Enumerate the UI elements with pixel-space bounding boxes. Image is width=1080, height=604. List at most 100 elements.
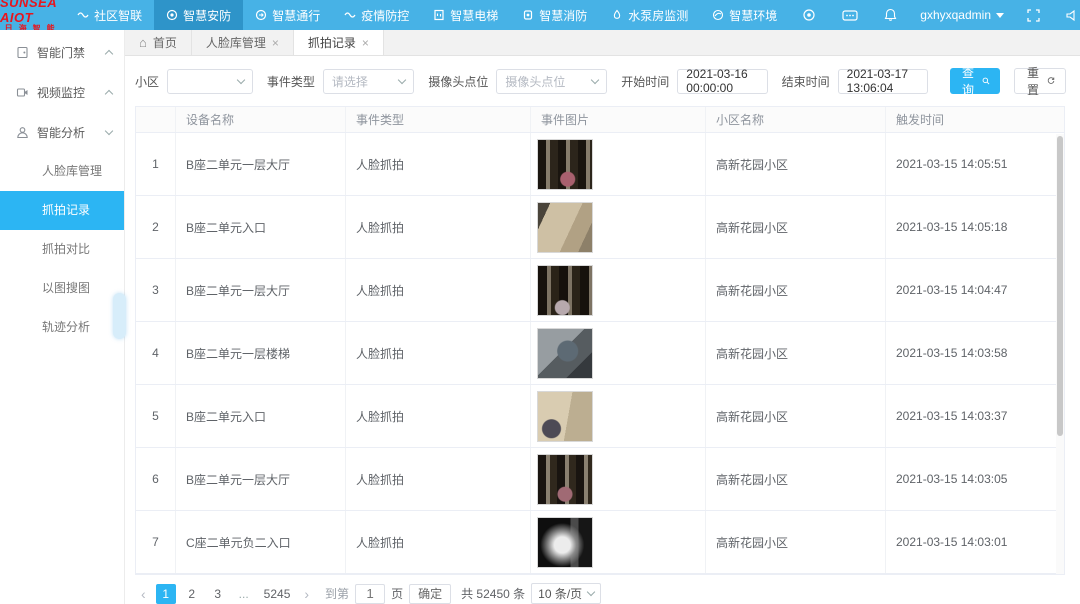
page-button-2[interactable]: 2 xyxy=(182,584,202,604)
event-image-cell xyxy=(531,196,706,258)
topnav-item-community[interactable]: 社区智联 xyxy=(65,0,154,30)
home-icon: ⌂ xyxy=(139,35,147,50)
event-snapshot-image[interactable] xyxy=(537,139,593,190)
topnav-label: 智慧消防 xyxy=(539,7,587,24)
topnav-item-environment[interactable]: 智慧环境 xyxy=(700,0,789,30)
row-index: 7 xyxy=(136,511,176,573)
scrollbar-thumb[interactable] xyxy=(1057,136,1063,436)
tab-label: 抓拍记录 xyxy=(308,34,356,51)
sidebar-item-smart-analysis[interactable]: 智能分析 xyxy=(0,112,124,152)
event-snapshot-image[interactable] xyxy=(537,454,593,505)
sidebar-item-capture-records[interactable]: 抓拍记录 xyxy=(0,191,124,230)
event-snapshot-image[interactable] xyxy=(537,328,593,379)
chevron-down-icon xyxy=(237,75,245,83)
event-snapshot-image[interactable] xyxy=(537,517,593,568)
event-type: 人脸抓拍 xyxy=(346,448,531,510)
header-event-type: 事件类型 xyxy=(346,107,531,132)
next-page-icon[interactable]: › xyxy=(300,586,313,602)
page-button-last[interactable]: 5245 xyxy=(260,584,295,604)
header-trigger-time: 触发时间 xyxy=(886,107,1058,132)
header-event-image: 事件图片 xyxy=(531,107,706,132)
close-icon[interactable]: × xyxy=(362,36,369,50)
notification-bell-icon[interactable] xyxy=(871,8,910,22)
goto-page-label: 到第 xyxy=(325,585,349,602)
table-row[interactable]: 3 B座二单元一层大厅 人脸抓拍 高新花园小区 2021-03-15 14:04… xyxy=(136,259,1064,322)
event-snapshot-image[interactable] xyxy=(537,202,593,253)
topnav-item-fire[interactable]: 智慧消防 xyxy=(510,0,599,30)
epidemic-icon xyxy=(344,9,356,21)
event-type: 人脸抓拍 xyxy=(346,133,531,195)
device-name: B座二单元入口 xyxy=(176,196,346,258)
page-button-1[interactable]: 1 xyxy=(156,584,176,604)
end-time-value: 2021-03-17 13:06:04 xyxy=(847,67,919,95)
security-shield-icon xyxy=(166,9,178,21)
row-index: 4 xyxy=(136,322,176,384)
start-time-input[interactable]: 2021-03-16 00:00:00 xyxy=(677,69,767,94)
sidebar-item-capture-compare[interactable]: 抓拍对比 xyxy=(0,230,124,269)
sidebar-item-image-search[interactable]: 以图搜图 xyxy=(0,269,124,308)
tab-capture-records[interactable]: 抓拍记录 × xyxy=(294,30,384,55)
sidebar-item-video-monitor[interactable]: 视频监控 xyxy=(0,72,124,112)
topnav-item-access[interactable]: 智慧通行 xyxy=(243,0,332,30)
event-image-cell xyxy=(531,448,706,510)
topnav-item-pump[interactable]: 水泵房监测 xyxy=(599,0,700,30)
sidebar-item-face-library[interactable]: 人脸库管理 xyxy=(0,152,124,191)
tab-face-library[interactable]: 人脸库管理 × xyxy=(192,30,294,55)
table-row[interactable]: 2 B座二单元入口 人脸抓拍 高新花园小区 2021-03-15 14:05:1… xyxy=(136,196,1064,259)
camera-select[interactable]: 摄像头点位 xyxy=(496,69,607,94)
prev-page-icon[interactable]: ‹ xyxy=(137,586,150,602)
topnav-item-elevator[interactable]: 智慧电梯 xyxy=(421,0,510,30)
page-size-value: 10 条/页 xyxy=(538,585,582,602)
table-scrollbar[interactable] xyxy=(1056,134,1064,574)
elevator-icon xyxy=(433,9,445,21)
sidebar-item-label: 智能分析 xyxy=(37,124,98,141)
community-name: 高新花园小区 xyxy=(706,133,886,195)
close-icon[interactable]: × xyxy=(272,36,279,50)
tab-home[interactable]: ⌂ 首页 xyxy=(125,30,192,55)
sidebar-collapse-handle[interactable] xyxy=(113,293,126,339)
row-index: 6 xyxy=(136,448,176,510)
event-snapshot-image[interactable] xyxy=(537,265,593,316)
table-row[interactable]: 7 C座二单元负二入口 人脸抓拍 高新花园小区 2021-03-15 14:03… xyxy=(136,511,1064,574)
reset-button[interactable]: 重置 xyxy=(1014,68,1066,94)
start-time-value: 2021-03-16 00:00:00 xyxy=(686,67,758,95)
page-size-select[interactable]: 10 条/页 xyxy=(531,583,601,604)
goto-page-input[interactable] xyxy=(355,584,385,604)
fullscreen-icon[interactable] xyxy=(1014,9,1053,22)
reset-icon xyxy=(1047,75,1055,87)
table-row[interactable]: 4 B座二单元一层楼梯 人脸抓拍 高新花园小区 2021-03-15 14:03… xyxy=(136,322,1064,385)
event-type-select[interactable]: 请选择 xyxy=(323,69,414,94)
end-time-input[interactable]: 2021-03-17 13:06:04 xyxy=(838,69,928,94)
row-index: 3 xyxy=(136,259,176,321)
table-row[interactable]: 1 B座二单元一层大厅 人脸抓拍 高新花园小区 2021-03-15 14:05… xyxy=(136,133,1064,196)
app-root: SUNSEA AIOT 日海智能 社区智联 智慧安防 智慧通行 疫情防控 xyxy=(0,0,1080,604)
user-menu[interactable]: gxhyxqadmin xyxy=(910,8,1014,22)
message-card-icon[interactable] xyxy=(829,9,871,22)
sidebar-item-track-analysis[interactable]: 轨迹分析 xyxy=(0,308,124,347)
community-select[interactable] xyxy=(167,69,253,94)
fire-icon xyxy=(522,9,534,21)
event-type-filter-label: 事件类型 xyxy=(267,73,315,90)
person-icon xyxy=(16,126,29,139)
goto-confirm-button[interactable]: 确定 xyxy=(409,584,451,604)
event-snapshot-image[interactable] xyxy=(537,391,593,442)
page-button-3[interactable]: 3 xyxy=(208,584,228,604)
announcement-speaker-icon[interactable] xyxy=(1053,9,1080,22)
community-filter-label: 小区 xyxy=(135,73,159,90)
event-type: 人脸抓拍 xyxy=(346,385,531,447)
search-button[interactable]: 查询 xyxy=(950,68,1000,94)
top-navbar: SUNSEA AIOT 日海智能 社区智联 智慧安防 智慧通行 疫情防控 xyxy=(0,0,1080,30)
table-row[interactable]: 6 B座二单元一层大厅 人脸抓拍 高新花园小区 2021-03-15 14:03… xyxy=(136,448,1064,511)
topnav-label: 水泵房监测 xyxy=(628,7,688,24)
topnav-label: 社区智联 xyxy=(94,7,142,24)
header-device-name: 设备名称 xyxy=(176,107,346,132)
community-name: 高新花园小区 xyxy=(706,385,886,447)
trigger-time: 2021-03-15 14:03:01 xyxy=(886,511,1058,573)
topbar-actions: gxhyxqadmin xyxy=(789,0,1080,30)
topnav-item-epidemic[interactable]: 疫情防控 xyxy=(332,0,421,30)
sidebar-item-door-access[interactable]: 智能门禁 xyxy=(0,32,124,72)
settings-gear-icon[interactable] xyxy=(789,8,829,22)
brand-logo: SUNSEA AIOT 日海智能 xyxy=(0,0,65,30)
table-row[interactable]: 5 B座二单元入口 人脸抓拍 高新花园小区 2021-03-15 14:03:3… xyxy=(136,385,1064,448)
topnav-item-security[interactable]: 智慧安防 xyxy=(154,0,243,30)
